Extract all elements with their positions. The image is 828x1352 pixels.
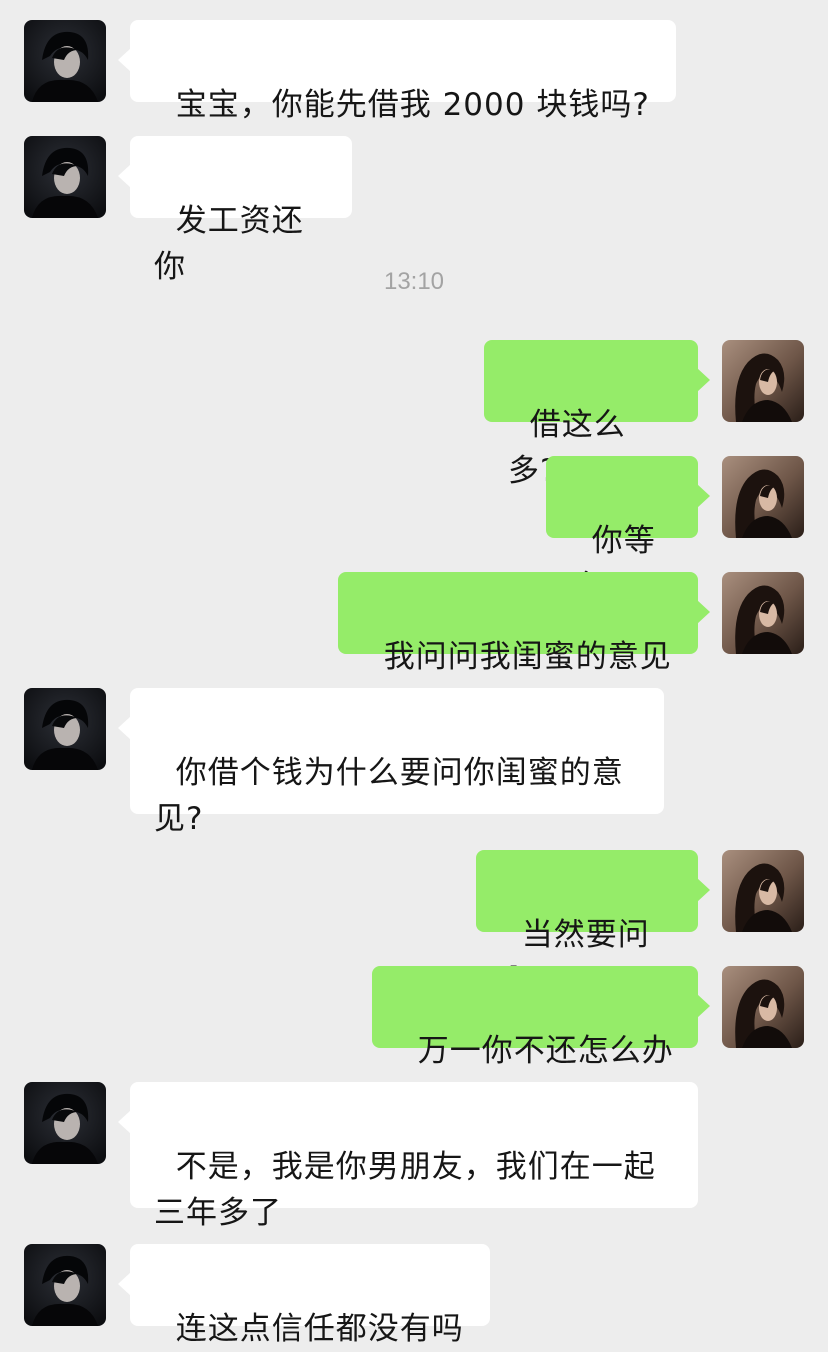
boyfriend-avatar[interactable] [24,1244,106,1326]
my-avatar-image [722,966,804,1048]
boyfriend-avatar-image [24,136,106,218]
my-avatar-image [722,850,804,932]
message-text: 你借个钱为什么要问你闺蜜的意见? [154,755,624,837]
message-bubble-sent[interactable]: 借这么多? [484,340,710,489]
message-text: 宝宝，你能先借我 2000 块钱吗? [175,87,650,123]
boyfriend-avatar[interactable] [24,20,106,102]
message-text: 万一你不还怎么办 [417,1033,674,1069]
message-bubble-received[interactable]: 发工资还你 [118,136,352,285]
message-bubble-sent[interactable]: 你等会 [546,456,710,605]
my-avatar-image [722,340,804,422]
my-avatar[interactable] [722,456,804,538]
my-avatar[interactable] [722,966,804,1048]
boyfriend-avatar-image [24,20,106,102]
message-bubble-received[interactable]: 连这点信任都没有吗 [118,1244,490,1347]
boyfriend-avatar-image [24,1244,106,1326]
boyfriend-avatar[interactable] [24,1082,106,1164]
message-bubble-received[interactable]: 你借个钱为什么要问你闺蜜的意见? [118,688,664,837]
my-avatar-image [722,456,804,538]
boyfriend-avatar[interactable] [24,136,106,218]
message-text: 我问问我闺蜜的意见 [383,639,672,675]
message-text: 不是，我是你男朋友，我们在一起三年多了 [154,1149,656,1231]
message-bubble-sent[interactable]: 万一你不还怎么办 [372,966,710,1069]
message-bubble-sent[interactable]: 我问问我闺蜜的意见 [338,572,710,675]
my-avatar[interactable] [722,340,804,422]
boyfriend-avatar[interactable] [24,688,106,770]
my-avatar[interactable] [722,572,804,654]
boyfriend-avatar-image [24,1082,106,1164]
message-text: 连这点信任都没有吗 [175,1311,464,1347]
chat-timestamp: 13:10 [383,268,445,295]
message-bubble-received[interactable]: 宝宝，你能先借我 2000 块钱吗? [118,20,676,123]
message-bubble-received[interactable]: 不是，我是你男朋友，我们在一起三年多了 [118,1082,698,1231]
boyfriend-avatar-image [24,688,106,770]
my-avatar-image [722,572,804,654]
my-avatar[interactable] [722,850,804,932]
message-bubble-sent[interactable]: 当然要问啊 [476,850,710,999]
